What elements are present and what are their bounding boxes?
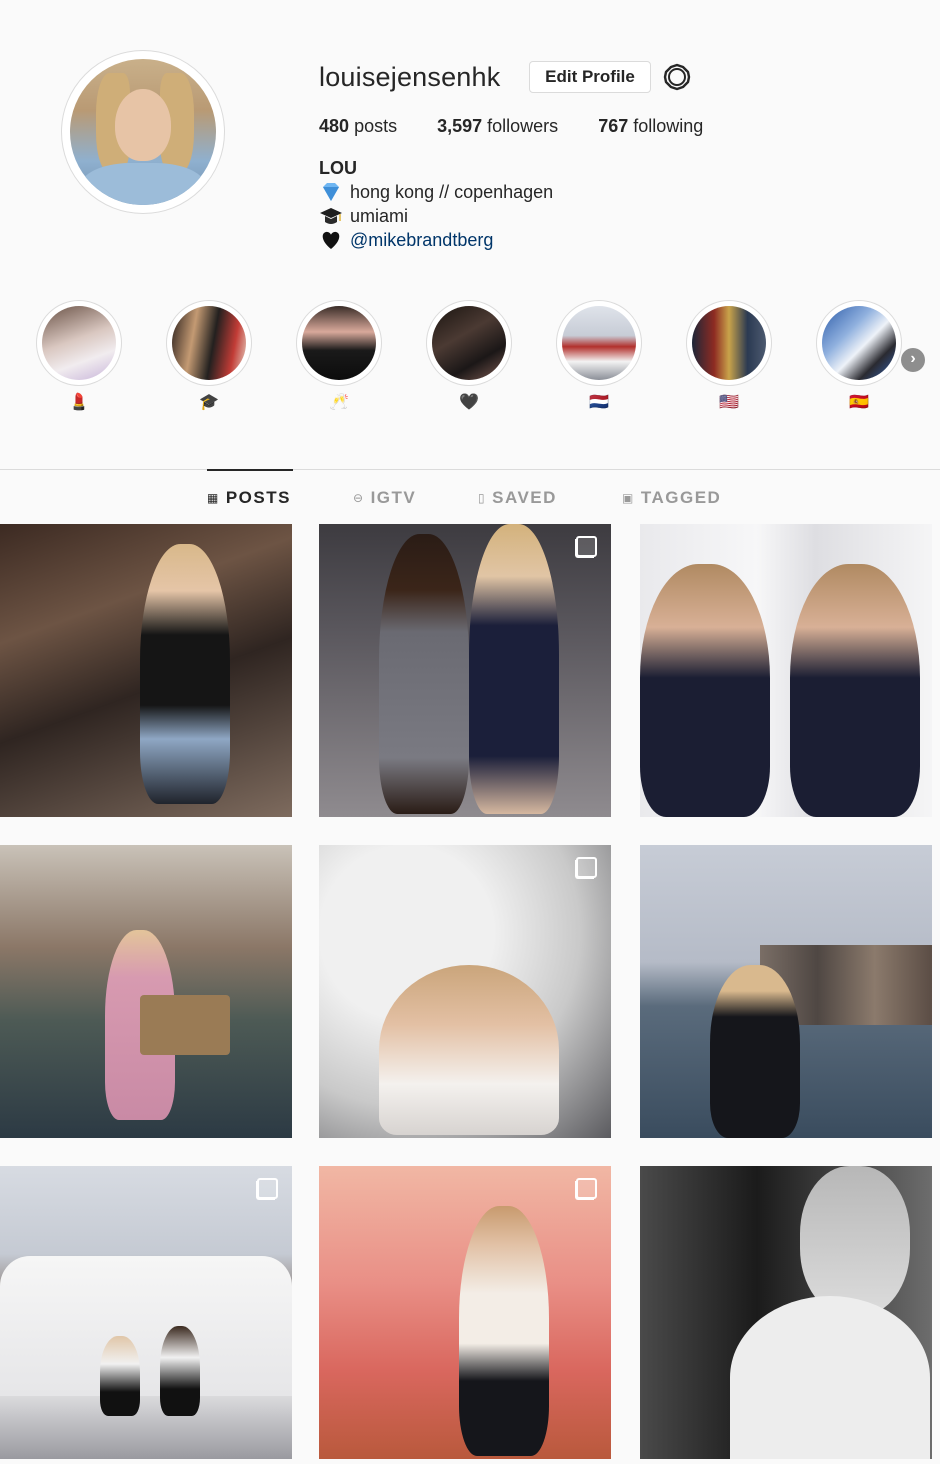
tab-saved[interactable]: ▯ SAVED [478, 488, 557, 508]
tab-divider [0, 469, 940, 470]
post-thumbnail[interactable] [640, 845, 932, 1138]
highlight-item[interactable]: 🇺🇸 [686, 300, 772, 420]
gem-icon [323, 183, 339, 201]
edit-profile-button[interactable]: Edit Profile [529, 61, 651, 93]
graduation-cap-icon [320, 208, 342, 224]
gear-icon[interactable] [663, 63, 691, 91]
highlight-item[interactable]: 💄 [36, 300, 122, 420]
multiple-posts-icon [575, 1178, 597, 1200]
flag-spain-icon: 🇪🇸 [849, 394, 869, 411]
highlight-item[interactable]: 🇪🇸 [816, 300, 902, 420]
champagne-icon: 🥂 [329, 394, 349, 411]
tab-igtv[interactable]: ⊖ IGTV [353, 488, 416, 508]
bookmark-icon: ▯ [478, 491, 487, 505]
followers-stat[interactable]: 3,597 followers [437, 116, 558, 137]
chevron-right-icon[interactable]: › [901, 348, 925, 372]
posts-stat: 480 posts [319, 116, 398, 136]
bio-name: LOU [319, 158, 357, 178]
bio-line-location: hong kong // copenhagen [319, 180, 553, 204]
post-thumbnail[interactable] [640, 524, 932, 817]
profile-username: louisejensenhk [319, 62, 501, 92]
post-thumbnail[interactable] [0, 845, 292, 1138]
tab-posts[interactable]: ▦ POSTS [207, 488, 291, 508]
tagged-icon: ▣ [622, 491, 635, 505]
post-thumbnail[interactable] [640, 1166, 932, 1459]
profile-avatar[interactable] [61, 50, 225, 214]
post-thumbnail[interactable] [319, 1166, 611, 1459]
multiple-posts-icon [575, 536, 597, 558]
black-heart-icon: 🖤 [459, 394, 479, 411]
post-thumbnail[interactable] [319, 524, 611, 817]
avatar-image [70, 59, 216, 205]
lipstick-icon: 💄 [69, 394, 89, 411]
following-stat[interactable]: 767 following [598, 116, 703, 137]
bio-line-school: umiami [319, 204, 553, 228]
highlight-item[interactable]: 🇳🇱 [556, 300, 642, 420]
profile-stats: 480 posts 3,597 followers 767 following [319, 116, 743, 137]
flag-netherlands-icon: 🇳🇱 [589, 394, 609, 411]
black-heart-icon [322, 231, 340, 249]
grid-icon: ▦ [207, 491, 220, 505]
story-highlights: 💄 🎓 🥂 🖤 🇳🇱 🇺🇸 🇪🇸 [0, 300, 940, 420]
mention-link[interactable]: @mikebrandtberg [350, 228, 493, 252]
highlight-item[interactable]: 🎓 [166, 300, 252, 420]
graduation-cap-icon: 🎓 [199, 394, 219, 411]
bio-line-mention: @mikebrandtberg [319, 228, 553, 252]
tab-active-indicator [207, 469, 293, 471]
tab-tagged[interactable]: ▣ TAGGED [622, 488, 721, 508]
post-thumbnail[interactable] [319, 845, 611, 1138]
flag-usa-icon: 🇺🇸 [719, 394, 739, 411]
profile-bio: LOU hong kong // copenhagen umiami @mike… [319, 156, 553, 252]
igtv-icon: ⊖ [353, 491, 365, 505]
highlight-item[interactable]: 🥂 [296, 300, 382, 420]
multiple-posts-icon [575, 857, 597, 879]
post-thumbnail[interactable] [0, 1166, 292, 1459]
post-thumbnail[interactable] [0, 524, 292, 817]
highlight-item[interactable]: 🖤 [426, 300, 512, 420]
multiple-posts-icon [256, 1178, 278, 1200]
